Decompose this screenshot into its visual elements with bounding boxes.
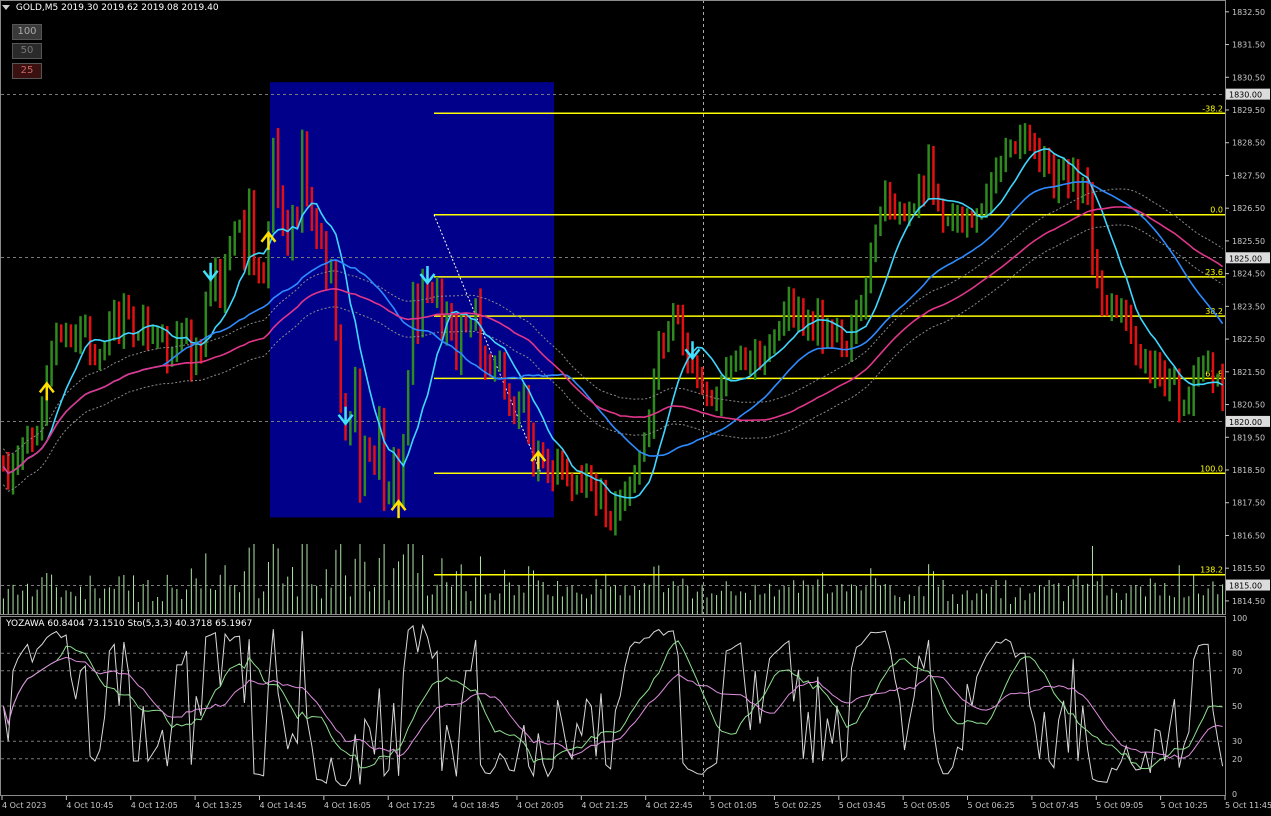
oscillator-axis-label: 0: [1232, 790, 1237, 799]
time-axis-label: 4 Oct 13:25: [195, 801, 242, 810]
price-axis-label: 1822.50: [1232, 335, 1265, 344]
ohlc-values: 2019.30 2019.62 2019.08 2019.40: [61, 3, 219, 13]
price-axis-label: 1818.50: [1232, 466, 1265, 475]
price-axis-label: 1831.50: [1232, 41, 1265, 50]
time-axis-label: 5 Oct 06:25: [968, 801, 1015, 810]
oscillator-axis-label: 80: [1232, 649, 1242, 658]
price-axis-label: 1815.50: [1232, 564, 1265, 573]
time-axis-label: 5 Oct 03:45: [839, 801, 886, 810]
price-axis-label: 1825.50: [1232, 237, 1265, 246]
oscillator-axis-label: 20: [1232, 755, 1242, 764]
fib-level-label: 138.2: [1200, 566, 1223, 575]
time-axis-label: 4 Oct 18:45: [453, 801, 500, 810]
oscillator-axis-label: 70: [1232, 667, 1242, 676]
time-axis-label: 4 Oct 10:45: [66, 801, 113, 810]
time-axis-label: 5 Oct 02:25: [774, 801, 821, 810]
fib-level-label: 23.6: [1205, 268, 1223, 277]
time-axis-label: 5 Oct 07:45: [1032, 801, 1079, 810]
price-axis-label: 1821.50: [1232, 368, 1265, 377]
time-axis-label: 4 Oct 12:05: [131, 801, 178, 810]
price-axis-label: 1823.50: [1232, 302, 1265, 311]
price-axis-label: 1814.50: [1232, 597, 1265, 606]
price-axis-label: 1816.50: [1232, 531, 1265, 540]
time-axis-label: 4 Oct 14:45: [259, 801, 306, 810]
oscillator-axis-label: 30: [1232, 737, 1242, 746]
time-axis-label: 4 Oct 22:45: [646, 801, 693, 810]
price-axis-label: 1830.50: [1232, 73, 1265, 82]
price-axis-label: 1817.50: [1232, 499, 1265, 508]
time-axis-label: 5 Oct 11:45: [1225, 801, 1271, 810]
price-tag-label: 1820.00: [1229, 418, 1262, 427]
price-axis-label: 1824.50: [1232, 270, 1265, 279]
price-tag-label: 1815.00: [1229, 582, 1262, 591]
time-axis-label: 5 Oct 01:05: [710, 801, 757, 810]
fib-level-label: -38.2: [1202, 104, 1223, 113]
price-axis-label: 1820.50: [1232, 401, 1265, 410]
price-axis-label: 1827.50: [1232, 171, 1265, 180]
button-100[interactable]: 100: [12, 24, 42, 40]
price-axis-label: 1828.50: [1232, 139, 1265, 148]
price-axis-label: 1829.50: [1232, 106, 1265, 115]
price-axis-label: 1826.50: [1232, 204, 1265, 213]
chart-canvas[interactable]: -38.20.023.638.261.8100.0138.2 100807050…: [0, 0, 1271, 816]
fib-level-label: 100.0: [1200, 464, 1223, 473]
price-tag-label: 1825.00: [1229, 254, 1262, 263]
time-axis-label: 5 Oct 10:25: [1161, 801, 1208, 810]
collapse-triangle-icon[interactable]: [2, 5, 10, 10]
oscillator-axis-label: 100: [1232, 614, 1247, 623]
price-tag-label: 1830.00: [1229, 91, 1262, 100]
oscillator-axis-label: 50: [1232, 702, 1242, 711]
oscillator-label: YOZAWA 60.8404 73.1510 Sto(5,3,3) 40.371…: [6, 619, 253, 629]
price-axis-label: 1819.50: [1232, 433, 1265, 442]
fib-level-label: 0.0: [1210, 206, 1223, 215]
time-axis-label: 4 Oct 16:05: [324, 801, 371, 810]
time-axis-label: 4 Oct 2023: [2, 801, 46, 810]
chart-header: GOLD,M5 2019.30 2019.62 2019.08 2019.40: [2, 3, 219, 13]
price-axis-label: 1832.50: [1232, 8, 1265, 17]
time-axis-label: 4 Oct 20:05: [517, 801, 564, 810]
time-axis-label: 5 Oct 05:05: [903, 801, 950, 810]
time-axis-label: 4 Oct 21:25: [581, 801, 628, 810]
time-axis-label: 5 Oct 09:05: [1096, 801, 1143, 810]
button-50[interactable]: 50: [12, 43, 42, 59]
time-axis-label: 4 Oct 17:25: [388, 801, 435, 810]
symbol-label: GOLD,M5: [15, 3, 59, 13]
button-25[interactable]: 25: [12, 63, 42, 79]
